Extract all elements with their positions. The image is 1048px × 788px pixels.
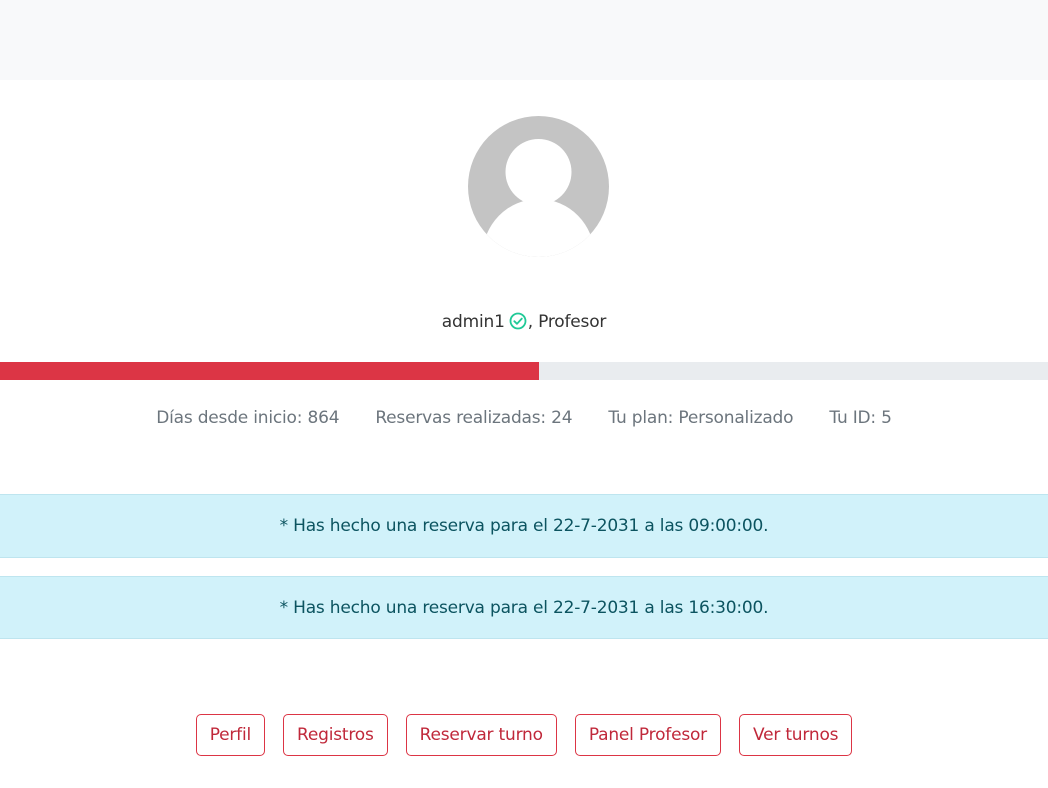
progress-bar-fill (0, 362, 539, 380)
teacher-panel-button[interactable]: Panel Profesor (574, 714, 721, 756)
records-button[interactable]: Registros (283, 714, 388, 756)
reservation-alert: * Has hecho una reserva para el 22-7-203… (0, 494, 1048, 558)
book-slot-button[interactable]: Reservar turno (405, 714, 557, 756)
top-navbar (0, 0, 1048, 80)
user-separator: , (527, 312, 533, 332)
avatar (468, 116, 609, 257)
stat-plan: Tu plan: Personalizado (608, 408, 794, 428)
reservation-alert: * Has hecho una reserva para el 22-7-203… (0, 576, 1048, 639)
username: admin1 (441, 312, 505, 332)
view-slots-button[interactable]: Ver turnos (738, 714, 853, 756)
alert-text: * Has hecho una reserva para el 22-7-203… (279, 516, 769, 536)
stat-user-id: Tu ID: 5 (829, 408, 892, 428)
user-info: admin1, Profesor (0, 312, 1048, 332)
stat-reservations-made: Reservas realizadas: 24 (375, 408, 573, 428)
alert-text: * Has hecho una reserva para el 22-7-203… (279, 597, 769, 618)
progress-bar (0, 362, 1048, 380)
stat-days-since-start: Días desde inicio: 864 (156, 408, 340, 428)
stats-row: Días desde inicio: 864 Reservas realizad… (0, 408, 1048, 428)
profile-button[interactable]: Perfil (195, 714, 266, 756)
user-role: Profesor (538, 312, 607, 332)
default-user-avatar-icon (468, 116, 609, 257)
check-circle-icon (509, 312, 527, 330)
action-buttons: Perfil Registros Reservar turno Panel Pr… (0, 714, 1048, 756)
